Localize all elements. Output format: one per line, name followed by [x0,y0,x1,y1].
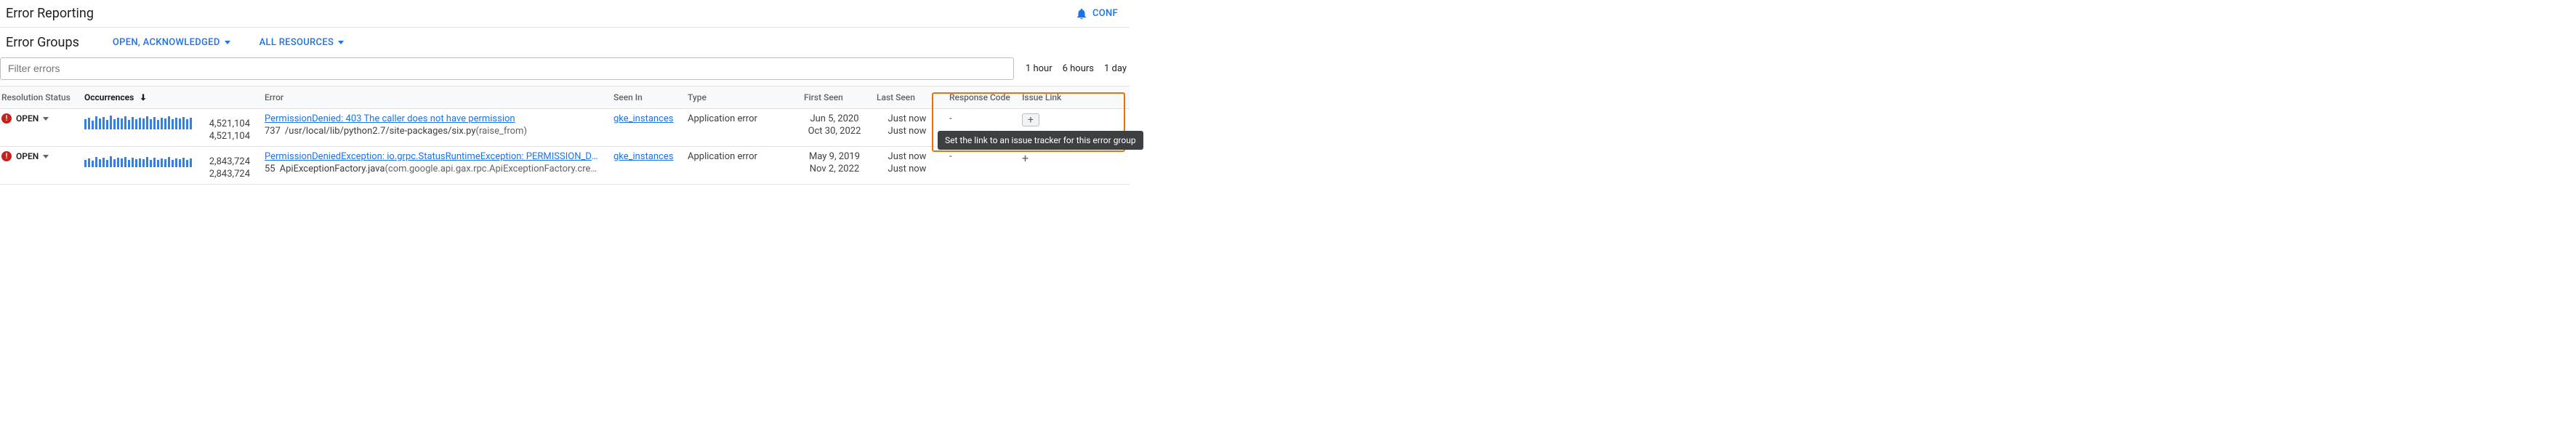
error-source-line: 55 ApiExceptionFactory.java(com.google.ap… [265,164,599,174]
status-badge: ! OPEN [1,151,49,161]
error-cell: PermissionDenied: 403 The caller does no… [259,113,608,137]
col-header-type[interactable]: Type [682,92,798,102]
sort-descending-icon [138,92,148,102]
section-title: Error Groups [6,35,79,50]
response-code-cell: - [943,151,1016,162]
filter-input[interactable] [8,63,1006,74]
occ-count-bottom: 4,521,104 [199,131,250,142]
add-issue-link-button[interactable]: + [1022,113,1039,126]
error-icon: ! [1,113,12,124]
issue-link-cell: + [1016,151,1111,165]
issue-link-tooltip: Set the link to an issue tracker for thi… [938,131,1143,150]
last-seen-bottom: Just now [888,164,927,174]
seen-in-link[interactable]: gke_instances [613,113,673,124]
first-seen-bottom: Nov 2, 2022 [810,164,859,174]
status-cell[interactable]: ! OPEN [0,151,79,161]
col-header-last[interactable]: Last Seen [871,92,943,102]
filter-row: 1 hour 6 hours 1 day [0,57,1130,86]
occ-count-top: 2,843,724 [199,156,250,167]
time-range-tabs: 1 hour 6 hours 1 day [1026,63,1130,74]
error-source-line: 737/usr/local/lib/python2.7/site-package… [265,126,527,137]
last-seen-bottom: Just now [888,126,927,137]
time-tab-1d[interactable]: 1 day [1104,63,1127,74]
occ-count-bottom: 2,843,724 [199,169,250,180]
seen-in-cell: gke_instances [608,151,682,162]
caret-down-icon [43,155,49,158]
occurrences-cell: 2,843,724 2,843,724 [79,151,259,180]
status-cell[interactable]: ! OPEN [0,113,79,124]
caret-down-icon [338,41,344,44]
status-filter-dropdown[interactable]: OPEN, ACKNOWLEDGED [113,37,230,48]
status-label: OPEN [16,151,39,161]
subheader: Error Groups OPEN, ACKNOWLEDGED ALL RESO… [0,28,1130,57]
configure-notifications-button[interactable]: CONF [1075,7,1118,20]
filter-input-wrap [0,57,1014,80]
col-header-occurrences[interactable]: Occurrences [79,92,259,102]
last-seen-cell: Just now Just now [871,113,943,137]
col-header-first[interactable]: First Seen [798,92,871,102]
err-function: (com.google.api.gax.rpc.ApiExceptionFact… [385,164,599,174]
sparkline-chart [84,113,192,129]
resource-filter-label: ALL RESOURCES [259,37,334,48]
status-badge: ! OPEN [1,113,49,124]
status-label: OPEN [16,113,39,124]
issue-link-cell: + [1016,113,1111,126]
first-seen-cell: Jun 5, 2020 Oct 30, 2022 [798,113,871,137]
error-link[interactable]: PermissionDenied: 403 The caller does no… [265,113,527,124]
last-seen-top: Just now [888,113,927,124]
col-header-resp[interactable]: Response Code [943,92,1016,102]
bell-icon [1075,7,1088,20]
status-filter-label: OPEN, ACKNOWLEDGED [113,37,220,48]
table-header: Resolution Status Occurrences Error Seen… [0,86,1130,109]
app-root: Error Reporting CONF Error Groups OPEN, … [0,0,1130,185]
err-file-path: /usr/local/lib/python2.7/site-packages/s… [285,126,476,137]
first-seen-top: Jun 5, 2020 [810,113,858,124]
col-header-error[interactable]: Error [259,92,608,102]
add-issue-link-button[interactable]: + [1022,151,1029,165]
caret-down-icon [225,41,230,44]
error-cell: PermissionDeniedException: io.grpc.Statu… [259,151,608,174]
col-occ-label: Occurrences [84,92,134,102]
err-function: (raise_from) [476,126,527,137]
err-line-number: 737 [265,126,281,137]
seen-in-link[interactable]: gke_instances [613,151,673,162]
time-tab-6h[interactable]: 6 hours [1063,63,1094,74]
type-cell: Application error [682,151,798,162]
occ-count-top: 4,521,104 [199,118,250,129]
first-seen-top: May 9, 2019 [809,151,860,162]
first-seen-cell: May 9, 2019 Nov 2, 2022 [798,151,871,174]
caret-down-icon [43,117,49,121]
resource-filter-dropdown[interactable]: ALL RESOURCES [259,37,345,48]
first-seen-bottom: Oct 30, 2022 [808,126,861,137]
occurrences-cell: 4,521,104 4,521,104 [79,113,259,142]
response-code-cell: - [943,113,1016,124]
err-file-path: ApiExceptionFactory.java [280,164,385,174]
err-line-number: 55 [265,164,275,174]
top-header: Error Reporting CONF [0,0,1130,28]
type-cell: Application error [682,113,798,124]
time-tab-1h[interactable]: 1 hour [1026,63,1052,74]
error-icon: ! [1,151,12,161]
col-header-status[interactable]: Resolution Status [0,92,79,102]
error-link[interactable]: PermissionDeniedException: io.grpc.Statu… [265,151,599,162]
page-title: Error Reporting [6,6,94,21]
col-header-seenin[interactable]: Seen In [608,92,682,102]
last-seen-cell: Just now Just now [871,151,943,174]
config-label: CONF [1092,8,1118,19]
col-header-issue[interactable]: Issue Link [1016,92,1111,102]
last-seen-top: Just now [888,151,927,162]
table-row: ! OPEN 2,843,724 2,843,724 PermissionDen… [0,147,1130,185]
seen-in-cell: gke_instances [608,113,682,124]
sparkline-chart [84,151,192,167]
